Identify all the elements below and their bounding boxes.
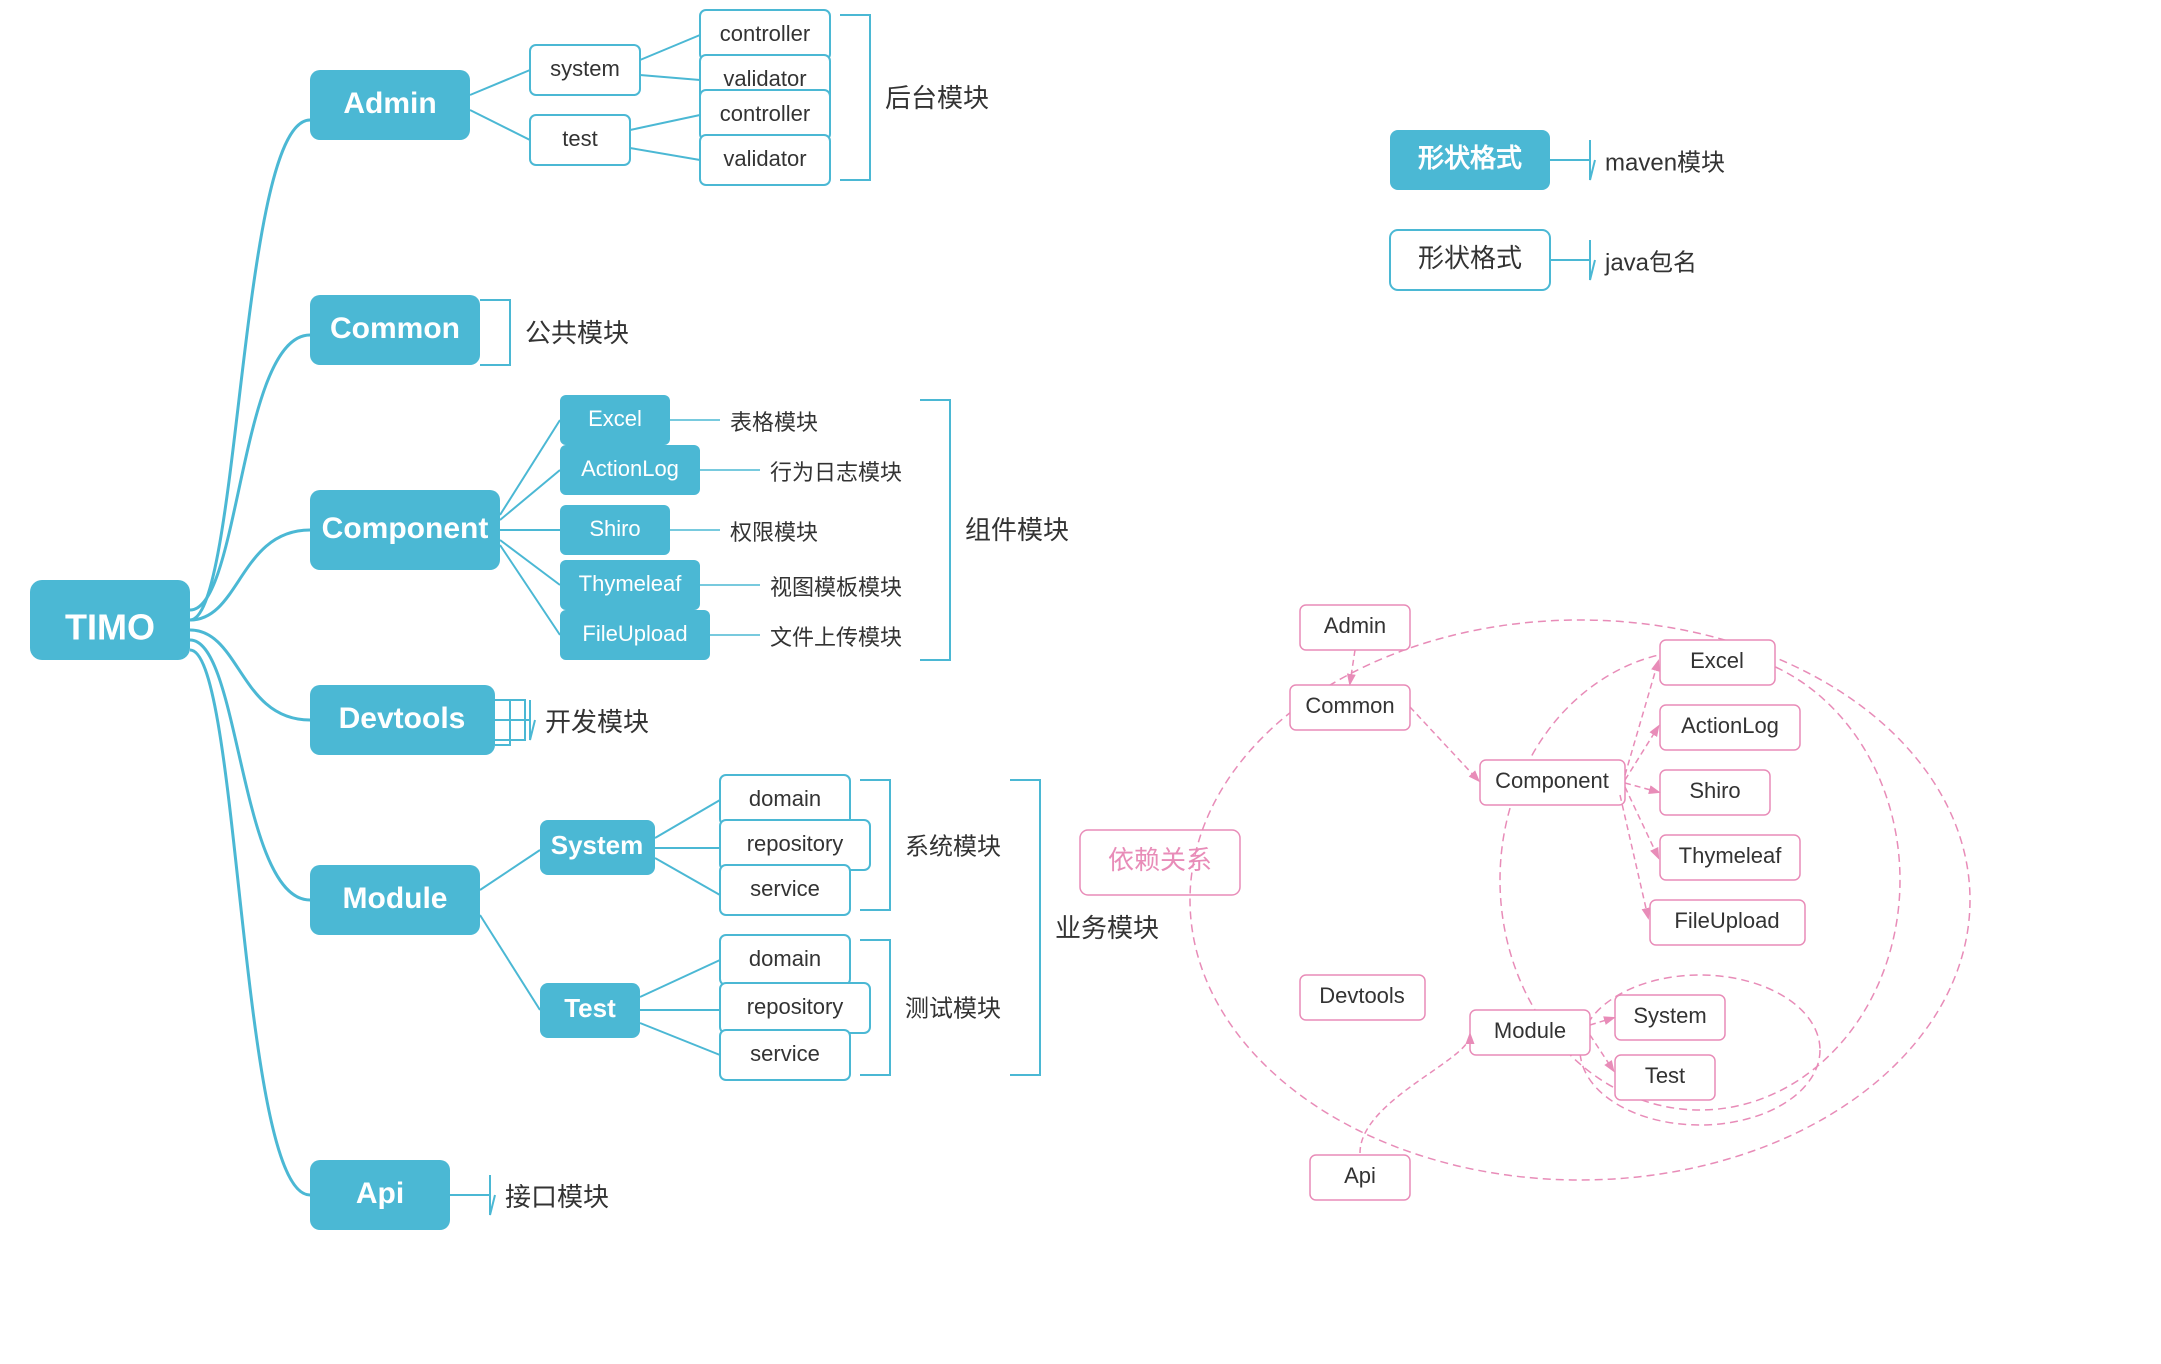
svg-text:Component: Component — [322, 512, 489, 545]
svg-text:system: system — [550, 56, 620, 81]
dep-admin: Admin — [1324, 613, 1386, 638]
component-node: Component — [310, 490, 500, 570]
test-pkg-node: test — [530, 115, 630, 165]
legend-filled-label: 形状格式 — [1418, 143, 1522, 173]
legend-outline-label: 形状格式 — [1418, 243, 1522, 273]
devtools-desc: 开发模块 — [545, 707, 649, 737]
module-desc: 业务模块 — [1055, 913, 1159, 943]
actionlog-desc: 行为日志模块 — [770, 460, 902, 485]
svg-text:Shiro: Shiro — [589, 516, 640, 541]
module-node: Module — [310, 865, 480, 935]
system-controller-node: controller — [700, 10, 830, 60]
svg-text:System: System — [551, 830, 644, 860]
svg-text:Api: Api — [356, 1177, 404, 1210]
admin-label: Admin — [343, 87, 436, 120]
fileupload-desc: 文件上传模块 — [770, 625, 902, 650]
system-repository-node: repository — [720, 820, 870, 870]
dep-shiro: Shiro — [1689, 778, 1740, 803]
svg-text:Test: Test — [564, 993, 616, 1023]
dep-common: Common — [1305, 693, 1394, 718]
timo-label: TIMO — [65, 607, 155, 648]
svg-text:controller: controller — [720, 101, 810, 126]
admin-desc: 后台模块 — [885, 83, 989, 113]
line-timo-api — [190, 650, 310, 1195]
fileupload-node: FileUpload — [560, 610, 710, 660]
dep-devtools: Devtools — [1319, 983, 1405, 1008]
admin-node: Admin — [310, 70, 470, 140]
dep-excel: Excel — [1690, 648, 1744, 673]
actionlog-node: ActionLog — [560, 445, 700, 495]
dep-module: Module — [1494, 1018, 1566, 1043]
test-repository-node: repository — [720, 983, 870, 1033]
line-timo-admin — [190, 120, 310, 620]
system-service-node: service — [720, 865, 850, 915]
dep-actionlog: ActionLog — [1681, 713, 1779, 738]
legend-outline-desc: java包名 — [1604, 249, 1697, 276]
api-node: Api — [310, 1160, 450, 1230]
dep-test: Test — [1645, 1063, 1685, 1088]
dep-api: Api — [1344, 1163, 1376, 1188]
svg-text:validator: validator — [723, 66, 806, 91]
timo-node: TIMO — [30, 580, 190, 660]
svg-text:validator: validator — [723, 146, 806, 171]
dep-system: System — [1633, 1003, 1706, 1028]
svg-text:FileUpload: FileUpload — [582, 621, 687, 646]
test-controller-node: controller — [700, 90, 830, 140]
test-desc: 测试模块 — [905, 995, 1001, 1022]
svg-text:domain: domain — [749, 946, 821, 971]
component-desc: 组件模块 — [965, 515, 1069, 545]
system-desc: 系统模块 — [905, 833, 1001, 860]
svg-text:controller: controller — [720, 21, 810, 46]
svg-text:repository: repository — [747, 831, 844, 856]
svg-text:Excel: Excel — [588, 406, 642, 431]
legend: 形状格式 maven模块 形状格式 java包名 — [1390, 130, 1725, 290]
svg-text:Thymeleaf: Thymeleaf — [579, 571, 683, 596]
system-node: System — [540, 820, 655, 875]
test-domain-node: domain — [720, 935, 850, 985]
test-service-node: service — [720, 1030, 850, 1080]
svg-text:service: service — [750, 1041, 820, 1066]
test-validator-node: validator — [700, 135, 830, 185]
svg-text:ActionLog: ActionLog — [581, 456, 679, 481]
devtools-node: Devtools — [310, 685, 495, 755]
dep-fileupload: FileUpload — [1674, 908, 1779, 933]
common-desc: 公共模块 — [525, 318, 629, 348]
thymeleaf-desc: 视图模板模块 — [770, 575, 902, 600]
svg-text:Devtools: Devtools — [339, 702, 466, 735]
svg-text:test: test — [562, 126, 597, 151]
api-desc: 接口模块 — [505, 1182, 609, 1212]
excel-node: Excel — [560, 395, 670, 445]
excel-desc: 表格模块 — [730, 410, 818, 435]
test-node: Test — [540, 983, 640, 1038]
svg-text:domain: domain — [749, 786, 821, 811]
system-pkg-node: system — [530, 45, 640, 95]
shiro-desc: 权限模块 — [730, 520, 818, 545]
dep-component: Component — [1495, 768, 1609, 793]
svg-text:service: service — [750, 876, 820, 901]
shiro-node: Shiro — [560, 505, 670, 555]
thymeleaf-node: Thymeleaf — [560, 560, 700, 610]
svg-text:repository: repository — [747, 994, 844, 1019]
line-timo-common — [190, 335, 310, 610]
legend-filled-desc: maven模块 — [1605, 149, 1725, 176]
line-timo-component — [190, 530, 310, 620]
common-node: Common — [310, 295, 480, 365]
system-domain-node: domain — [720, 775, 850, 825]
svg-text:Module: Module — [343, 882, 448, 915]
svg-text:Common: Common — [330, 312, 460, 345]
dependency-diagram: 依赖关系 Admin Common Component Excel Action… — [1080, 605, 1970, 1200]
dep-thymeleaf: Thymeleaf — [1679, 843, 1783, 868]
